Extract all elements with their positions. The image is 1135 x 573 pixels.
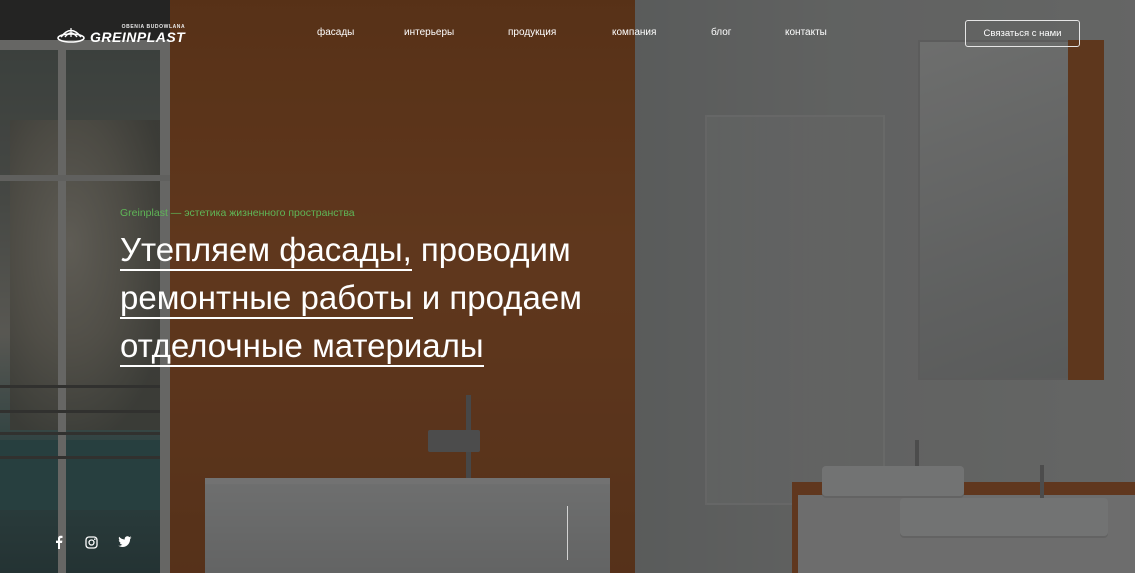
nav-item-blog[interactable]: блог bbox=[711, 27, 731, 38]
headline-link-facades[interactable]: Утепляем фасады, bbox=[120, 231, 412, 271]
headline-link-repairs[interactable]: ремонтные работы bbox=[120, 279, 413, 319]
instagram-icon[interactable] bbox=[85, 535, 98, 549]
site-header: OBENIA BUDOWLANA GREINPLAST фасады интер… bbox=[0, 0, 1135, 66]
facebook-icon[interactable] bbox=[53, 535, 65, 549]
hero-tagline: Greinplast — эстетика жизненного простра… bbox=[120, 207, 355, 219]
nav-item-interiors[interactable]: интерьеры bbox=[404, 27, 454, 38]
headline-link-materials[interactable]: отделочные материалы bbox=[120, 327, 484, 367]
nav-item-contacts[interactable]: контакты bbox=[785, 27, 827, 38]
contact-us-button[interactable]: Связаться с нами bbox=[965, 20, 1080, 47]
hero-headline: Утепляем фасады, проводим ремонтные рабо… bbox=[120, 226, 680, 370]
social-links bbox=[53, 535, 132, 549]
headline-text-2: и продаем bbox=[412, 279, 582, 316]
nav-item-facades[interactable]: фасады bbox=[317, 27, 354, 38]
twitter-icon[interactable] bbox=[118, 536, 132, 548]
headline-text-1: проводим bbox=[411, 231, 571, 268]
scroll-indicator bbox=[567, 506, 568, 560]
nav-item-company[interactable]: компания bbox=[612, 27, 656, 38]
nav-item-products[interactable]: продукция bbox=[508, 27, 556, 38]
